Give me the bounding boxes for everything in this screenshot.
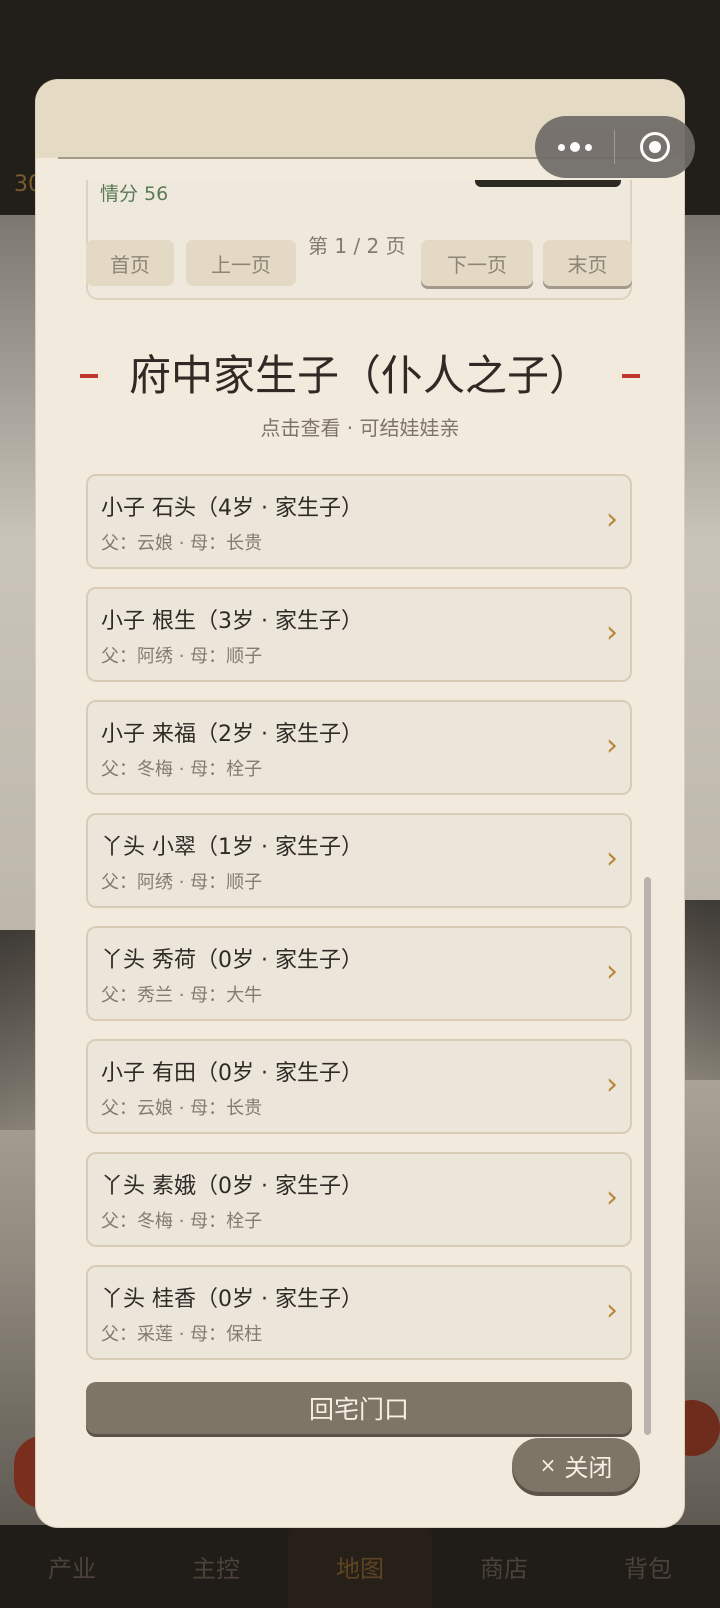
- child-item[interactable]: 丫头 秀荷（0岁 · 家生子） 父：秀兰 · 母：大牛 ›: [86, 926, 632, 1021]
- chevron-right-icon: ›: [606, 502, 618, 537]
- pager-page-info: 第 1 / 2 页: [308, 234, 406, 258]
- child-name: 小子 石头（4岁 · 家生子）: [101, 496, 363, 521]
- chevron-right-icon: ›: [606, 615, 618, 650]
- child-name: 丫头 素娥（0岁 · 家生子）: [101, 1174, 363, 1199]
- miniprogram-capsule: [535, 116, 695, 178]
- child-parents: 父：冬梅 · 母：栓子: [101, 1211, 263, 1232]
- child-name: 小子 根生（3岁 · 家生子）: [101, 609, 363, 634]
- nav-item-map[interactable]: 地图: [288, 1525, 432, 1608]
- nav-item-main-control[interactable]: 主控: [144, 1525, 288, 1608]
- children-modal: 情分 56 首页 上一页 第 1 / 2 页 下一页 末页 府中家生子（仆人之子…: [36, 80, 684, 1527]
- child-parents: 父：阿绣 · 母：顺子: [101, 872, 263, 893]
- chevron-right-icon: ›: [606, 1293, 618, 1328]
- close-button-label: 关闭: [564, 1453, 613, 1482]
- child-parents: 父：采莲 · 母：保柱: [101, 1324, 263, 1345]
- child-name: 丫头 秀荷（0岁 · 家生子）: [101, 948, 363, 973]
- child-parents: 父：秀兰 · 母：大牛: [101, 985, 263, 1006]
- child-parents: 父：阿绣 · 母：顺子: [101, 646, 263, 667]
- pager-first-button[interactable]: 首页: [86, 240, 174, 286]
- child-item[interactable]: 小子 根生（3岁 · 家生子） 父：阿绣 · 母：顺子 ›: [86, 587, 632, 682]
- pager-last-button[interactable]: 末页: [543, 240, 632, 286]
- chevron-right-icon: ›: [606, 841, 618, 876]
- child-name: 小子 有田（0岁 · 家生子）: [101, 1061, 363, 1086]
- child-name: 小子 来福（2岁 · 家生子）: [101, 722, 363, 747]
- chevron-right-icon: ›: [606, 1067, 618, 1102]
- affection-value: 情分 56: [100, 183, 169, 205]
- nav-item-industry[interactable]: 产业: [0, 1525, 144, 1608]
- child-item[interactable]: 丫头 小翠（1岁 · 家生子） 父：阿绣 · 母：顺子 ›: [86, 813, 632, 908]
- section-title: 府中家生子（仆人之子）: [128, 351, 591, 400]
- child-parents: 父：冬梅 · 母：栓子: [101, 759, 263, 780]
- child-parents: 父：云娘 · 母：长贵: [101, 1098, 263, 1119]
- chevron-right-icon: ›: [606, 728, 618, 763]
- pager-prev-button[interactable]: 上一页: [186, 240, 296, 286]
- title-dash-right: [622, 374, 640, 378]
- nav-item-shop[interactable]: 商店: [432, 1525, 576, 1608]
- section-subtitle: 点击查看 · 可结娃娃亲: [260, 416, 460, 440]
- chevron-right-icon: ›: [606, 1180, 618, 1215]
- child-item[interactable]: 丫头 素娥（0岁 · 家生子） 父：冬梅 · 母：栓子 ›: [86, 1152, 632, 1247]
- child-parents: 父：云娘 · 母：长贵: [101, 533, 263, 554]
- close-button[interactable]: × 关闭: [512, 1438, 640, 1492]
- close-icon: ×: [539, 1453, 557, 1477]
- children-list: 小子 石头（4岁 · 家生子） 父：云娘 · 母：长贵 › 小子 根生（3岁 ·…: [86, 474, 632, 1378]
- nav-item-backpack[interactable]: 背包: [576, 1525, 720, 1608]
- child-name: 丫头 桂香（0岁 · 家生子）: [101, 1287, 363, 1312]
- exit-target-icon[interactable]: [615, 132, 694, 162]
- child-item[interactable]: 丫头 桂香（0岁 · 家生子） 父：采莲 · 母：保柱 ›: [86, 1265, 632, 1360]
- previous-card-button-edge[interactable]: [475, 180, 621, 187]
- child-item[interactable]: 小子 有田（0岁 · 家生子） 父：云娘 · 母：长贵 ›: [86, 1039, 632, 1134]
- modal-scrollbar[interactable]: [644, 877, 651, 1435]
- chevron-right-icon: ›: [606, 954, 618, 989]
- pager-next-button[interactable]: 下一页: [421, 240, 533, 286]
- bottom-nav: 产业 主控 地图 商店 背包: [0, 1525, 720, 1608]
- child-name: 丫头 小翠（1岁 · 家生子）: [101, 835, 363, 860]
- child-item[interactable]: 小子 石头（4岁 · 家生子） 父：云娘 · 母：长贵 ›: [86, 474, 632, 569]
- more-options-icon[interactable]: [535, 142, 614, 152]
- back-to-gate-button[interactable]: 回宅门口: [86, 1382, 632, 1434]
- child-item[interactable]: 小子 来福（2岁 · 家生子） 父：冬梅 · 母：栓子 ›: [86, 700, 632, 795]
